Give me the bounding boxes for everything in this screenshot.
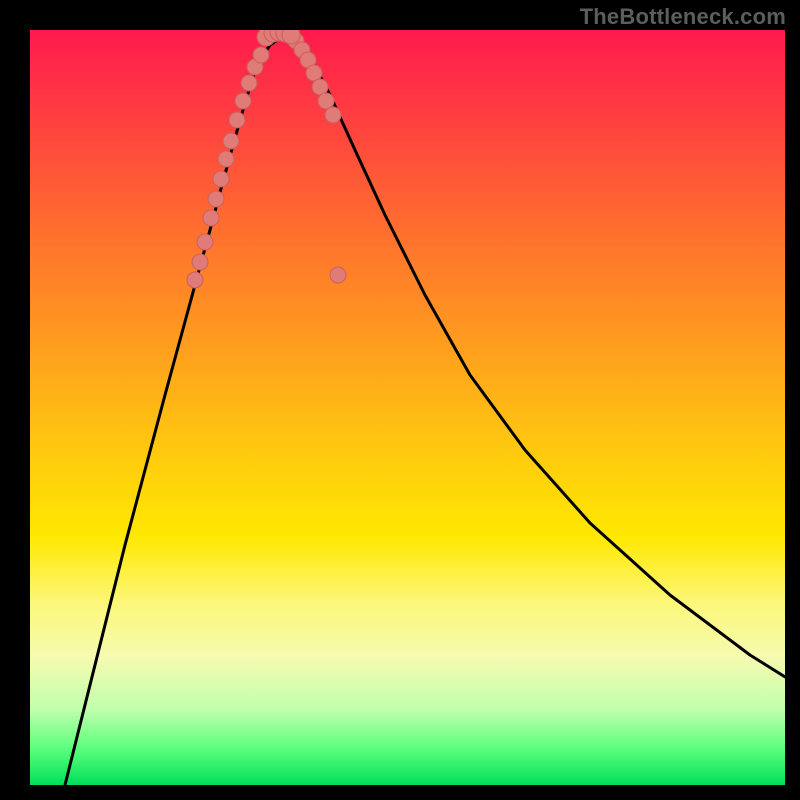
- data-marker: [229, 112, 245, 128]
- data-marker: [197, 234, 213, 250]
- data-marker: [253, 47, 269, 63]
- data-marker: [223, 133, 239, 149]
- data-marker: [325, 107, 341, 123]
- data-marker: [192, 254, 208, 270]
- data-marker: [218, 151, 234, 167]
- data-marker: [241, 75, 257, 91]
- data-marker: [208, 191, 224, 207]
- chart-plot-area: [30, 30, 785, 785]
- data-marker: [235, 93, 251, 109]
- data-marker: [330, 267, 346, 283]
- data-marker: [213, 171, 229, 187]
- data-marker: [282, 30, 300, 44]
- chart-svg: [30, 30, 785, 785]
- watermark-text: TheBottleneck.com: [580, 4, 786, 30]
- data-marker: [318, 93, 334, 109]
- data-marker: [203, 210, 219, 226]
- data-marker: [187, 272, 203, 288]
- bottleneck-curve: [65, 35, 785, 785]
